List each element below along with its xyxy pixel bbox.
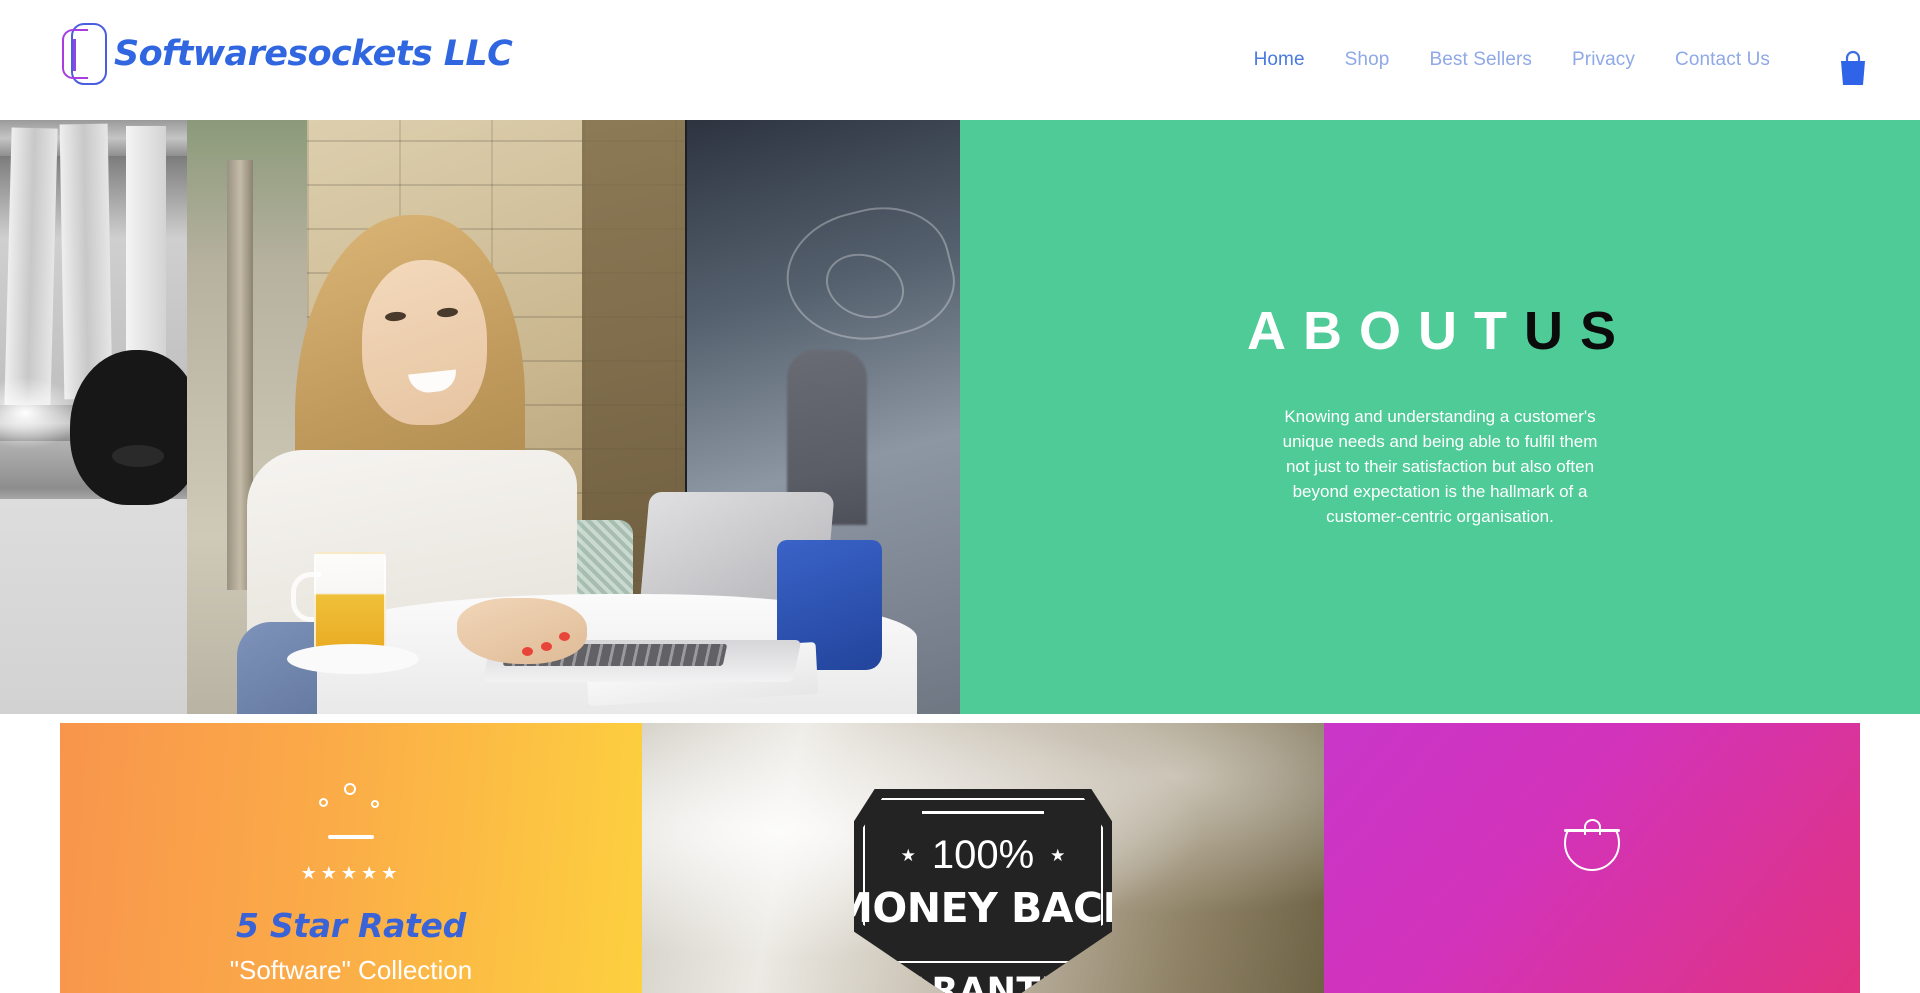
shopping-bag-icon[interactable]: [1836, 50, 1870, 86]
feature-card-row: ★★★★★ 5 Star Rated "Software" Collection…: [60, 723, 1860, 993]
card-money-back-photo[interactable]: ★ 100% ★ MONEY BACK GUARANTEED: [642, 723, 1324, 993]
badge-money-back-text: MONEY BACK: [832, 884, 1134, 932]
about-us-body-text: Knowing and understanding a customer's u…: [1282, 407, 1598, 526]
site-logo[interactable]: Softwaresockets LLC: [62, 18, 513, 90]
site-header: Softwaresockets LLC Home Shop Best Selle…: [0, 0, 1920, 120]
about-title-word-about: ABOUT: [1247, 301, 1524, 361]
star-left-icon: ★: [900, 845, 916, 865]
about-title-word-us: US: [1523, 301, 1633, 361]
nav-item-privacy[interactable]: Privacy: [1552, 49, 1655, 71]
rated-card-title: 5 Star Rated: [236, 905, 466, 945]
nav-item-contact-us[interactable]: Contact Us: [1655, 49, 1790, 71]
rated-card-subtitle: "Software" Collection: [229, 954, 473, 985]
three-dots-dash-icon: [319, 781, 383, 821]
card-5-star-rated[interactable]: ★★★★★ 5 Star Rated "Software" Collection: [60, 723, 642, 993]
about-us-panel: ABOUTUS Knowing and understanding a cust…: [960, 120, 1920, 714]
nav-item-home[interactable]: Home: [1234, 49, 1325, 71]
card-pink-feature[interactable]: [1324, 723, 1860, 993]
dash-icon: [328, 835, 374, 839]
deck-photo-strip: [0, 120, 187, 714]
main-navigation: Home Shop Best Sellers Privacy Contact U…: [1234, 0, 1790, 120]
logo-text: Softwaresockets LLC: [114, 34, 513, 74]
nav-item-best-sellers[interactable]: Best Sellers: [1409, 49, 1552, 71]
star-right-icon: ★: [1050, 845, 1066, 865]
about-us-title: ABOUTUS: [1247, 300, 1633, 362]
star-rating: ★★★★★: [300, 862, 402, 884]
nav-item-shop[interactable]: Shop: [1325, 49, 1410, 71]
bowl-basket-icon: [1564, 815, 1620, 871]
badge-percent-text: 100%: [931, 833, 1035, 877]
badge-percent-row: ★ 100% ★: [901, 833, 1066, 878]
hero-main-photo: [187, 120, 960, 714]
bracket-logo-icon: [62, 21, 108, 87]
hero-section: ABOUTUS Knowing and understanding a cust…: [0, 120, 1920, 714]
